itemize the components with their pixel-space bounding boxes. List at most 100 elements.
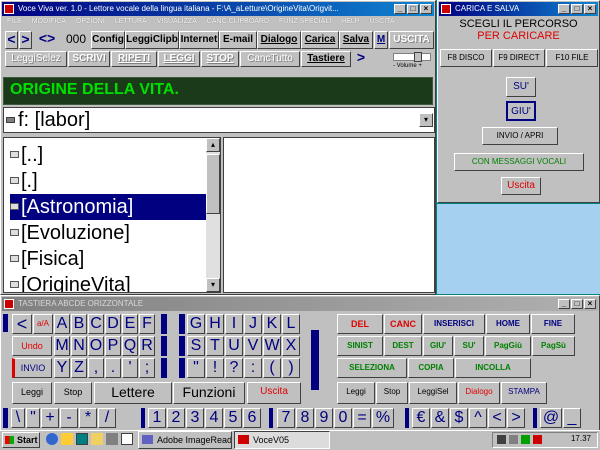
key-lettere[interactable]: Lettere: [94, 382, 172, 404]
f8-disco-button[interactable]: F8 DISCO: [440, 49, 492, 67]
scroll-down-icon[interactable]: ▾: [206, 278, 220, 292]
menu-modifica[interactable]: MODIFICA: [27, 17, 71, 29]
key-exclamation[interactable]: !: [206, 358, 224, 378]
menu-visualizza[interactable]: VISUALIZZA: [152, 17, 202, 29]
f9-direct-button[interactable]: F9 DIRECT: [493, 49, 545, 67]
key-0[interactable]: 0: [334, 408, 352, 428]
minimize-icon[interactable]: _: [558, 299, 570, 309]
scroll-up-icon[interactable]: ▴: [206, 138, 220, 152]
m-button[interactable]: M: [374, 31, 388, 49]
internet-button[interactable]: Internet: [179, 31, 219, 49]
key-at[interactable]: @: [540, 408, 562, 428]
key-dquote[interactable]: ": [26, 408, 40, 428]
key-y[interactable]: Y: [54, 358, 70, 378]
network-icon[interactable]: [497, 435, 506, 444]
key-sinist[interactable]: SINIST: [337, 336, 383, 356]
key-stampa[interactable]: STAMPA: [501, 382, 547, 404]
desktop-icon[interactable]: [76, 433, 88, 445]
key-caret[interactable]: ^: [469, 408, 487, 428]
key-j[interactable]: J: [244, 314, 262, 334]
keyboard-scroll-track[interactable]: [307, 314, 323, 404]
key-canc[interactable]: CANC: [384, 314, 422, 334]
key-period[interactable]: .: [105, 358, 121, 378]
key-question[interactable]: ?: [225, 358, 243, 378]
key-invio[interactable]: INVIO: [12, 358, 52, 378]
key-home[interactable]: HOME: [486, 314, 530, 334]
key-percent[interactable]: %: [372, 408, 394, 428]
key-9[interactable]: 9: [315, 408, 333, 428]
key-inserisci[interactable]: INSERISCI: [423, 314, 485, 334]
key-z[interactable]: Z: [71, 358, 87, 378]
salva-button[interactable]: Salva: [339, 31, 373, 49]
leggi-button[interactable]: LEGGI: [158, 51, 200, 67]
flag-icon[interactable]: [521, 435, 530, 444]
key-1[interactable]: 1: [148, 408, 166, 428]
app-icon[interactable]: [106, 433, 118, 445]
list-item[interactable]: [.]: [10, 168, 38, 194]
key-open-paren[interactable]: (: [263, 358, 281, 378]
close-icon[interactable]: ×: [584, 4, 596, 14]
key-close-paren[interactable]: ): [282, 358, 300, 378]
forward-button[interactable]: >: [19, 31, 32, 49]
key-q[interactable]: Q: [122, 336, 138, 356]
key-x[interactable]: X: [282, 336, 300, 356]
key-b[interactable]: B: [71, 314, 87, 334]
key-6[interactable]: 6: [243, 408, 261, 428]
volume-slider[interactable]: [393, 52, 431, 62]
key-stop[interactable]: Stop: [54, 382, 92, 404]
key-pag-giu[interactable]: PagGiù: [485, 336, 531, 356]
back-button[interactable]: <: [5, 31, 18, 49]
volume-thumb[interactable]: [414, 52, 423, 62]
key-t[interactable]: T: [206, 336, 224, 356]
key-euro[interactable]: €: [412, 408, 430, 428]
carica-title-bar[interactable]: CARICA E SALVA _ □ ×: [439, 2, 598, 16]
chevron-down-icon[interactable]: ▾: [419, 113, 433, 127]
ie-icon[interactable]: [46, 433, 58, 445]
list-item[interactable]: [Fisica]: [10, 246, 84, 272]
carica-uscita-button[interactable]: Uscita: [501, 177, 541, 195]
key-s[interactable]: S: [187, 336, 205, 356]
email-button[interactable]: E-mail: [219, 31, 257, 49]
menu-lettura[interactable]: LETTURA: [110, 17, 152, 29]
key-underscore[interactable]: _: [563, 408, 581, 428]
key-5[interactable]: 5: [224, 408, 242, 428]
navigate-button[interactable]: <>: [33, 31, 61, 49]
key-backslash[interactable]: \: [11, 408, 25, 428]
key-slash[interactable]: /: [98, 408, 116, 428]
folder-icon[interactable]: [91, 433, 103, 445]
maximize-icon[interactable]: □: [571, 299, 583, 309]
key-c[interactable]: C: [88, 314, 104, 334]
key-funzioni[interactable]: Funzioni: [173, 382, 245, 404]
key-dollar[interactable]: $: [450, 408, 468, 428]
key-n[interactable]: N: [71, 336, 87, 356]
key-undo[interactable]: Undo: [12, 336, 52, 356]
key-apostrophe[interactable]: ': [122, 358, 138, 378]
key-ampersand[interactable]: &: [431, 408, 449, 428]
key-h[interactable]: H: [206, 314, 224, 334]
key-less[interactable]: <: [488, 408, 506, 428]
scroll-thumb[interactable]: [206, 154, 220, 214]
key-o[interactable]: O: [88, 336, 104, 356]
key-su[interactable]: SU': [454, 336, 484, 356]
key-dest[interactable]: DEST: [384, 336, 422, 356]
close-icon[interactable]: ×: [420, 4, 432, 14]
folder-list[interactable]: [..] [.] [Astronomia] [Evoluzione] [Fisi…: [3, 137, 221, 293]
key-g[interactable]: G: [187, 314, 205, 334]
key-minus[interactable]: -: [60, 408, 78, 428]
menu-help[interactable]: HELP: [336, 17, 364, 29]
key-m[interactable]: M: [54, 336, 70, 356]
invio-apri-button[interactable]: INVIO / APRI: [482, 127, 558, 145]
key-4[interactable]: 4: [205, 408, 223, 428]
giu-button[interactable]: GIU': [506, 101, 536, 121]
key-p[interactable]: P: [105, 336, 121, 356]
key-leggi[interactable]: Leggi: [12, 382, 52, 404]
scrivi-button[interactable]: SCRIVI: [68, 51, 110, 67]
list-item[interactable]: [..]: [10, 142, 43, 168]
key-8[interactable]: 8: [296, 408, 314, 428]
leggi-selez-button[interactable]: LeggiSelez: [5, 51, 67, 67]
keyboard-scroll-thumb[interactable]: [311, 330, 319, 390]
key-fine[interactable]: FINE: [531, 314, 575, 334]
leggi-clipboard-button[interactable]: LeggiClipb: [125, 31, 179, 49]
key-e[interactable]: E: [122, 314, 138, 334]
tastiere-button[interactable]: Tastiere: [301, 51, 351, 67]
